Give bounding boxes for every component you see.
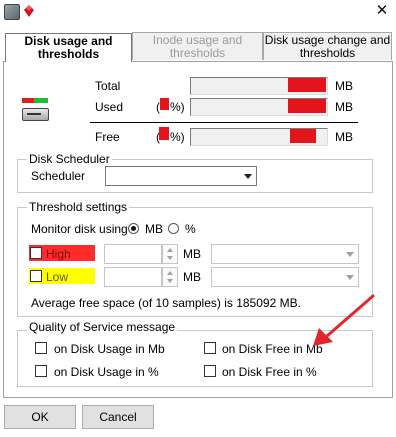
spin-down-icon (167, 279, 173, 283)
radio-percent[interactable] (168, 223, 179, 234)
cancel-button[interactable]: Cancel (82, 405, 154, 429)
spin-up-icon (167, 271, 173, 275)
high-spin-buttons[interactable] (162, 244, 178, 264)
tab-label-line2: thresholds (37, 47, 100, 61)
separator-line (90, 122, 358, 123)
radio-mb[interactable] (128, 223, 139, 234)
tab-label-line2: thresholds (169, 46, 226, 60)
free-percent-close: %) (170, 130, 185, 144)
chevron-down-icon (244, 174, 252, 179)
low-value-input[interactable] (104, 267, 162, 287)
low-label: Low (46, 270, 69, 284)
disk-scheduler-title: Disk Scheduler (27, 152, 112, 166)
high-unit: MB (183, 247, 201, 261)
ok-button-label: OK (31, 410, 49, 424)
qos-title: Quality of Service message (27, 320, 178, 334)
tab-disk-usage[interactable]: Disk usage and thresholds (5, 33, 132, 62)
scheduler-label: Scheduler (31, 169, 86, 183)
cancel-button-label: Cancel (99, 410, 137, 424)
monitor-disk-label: Monitor disk using (31, 222, 128, 236)
free-unit: MB (335, 130, 353, 144)
tab-inode-usage[interactable]: Inode usage and thresholds (132, 32, 263, 60)
total-label: Total (95, 79, 121, 93)
close-icon[interactable]: ✕ (373, 2, 391, 20)
tab-disk-usage-change[interactable]: Disk usage change and thresholds (263, 32, 392, 60)
hard-disk-icon (22, 108, 49, 121)
qos-disk-free-percent-checkbox[interactable] (204, 365, 216, 377)
chevron-down-icon (346, 252, 354, 257)
qos-disk-free-mb-checkbox[interactable] (204, 342, 216, 354)
qos-disk-usage-percent-label: on Disk Usage in % (54, 365, 159, 379)
free-label: Free (95, 130, 120, 144)
ok-button[interactable]: OK (4, 405, 76, 429)
average-free-space-text: Average free space (of 10 samples) is 18… (31, 296, 301, 310)
tab-label-line1: Inode usage and (152, 33, 243, 47)
tab-label-line1: Disk usage change and (264, 33, 391, 47)
high-label: High (46, 247, 71, 261)
low-action-select[interactable] (211, 267, 359, 287)
radio-mb-label: MB (145, 222, 163, 236)
red-diamond-icon (24, 5, 34, 17)
low-checkbox[interactable] (30, 270, 42, 282)
redaction-mark (160, 98, 169, 110)
disk-usage-bar-icon (22, 98, 34, 103)
spin-down-icon (167, 256, 173, 260)
tab-label-line1: Disk usage and (24, 34, 113, 48)
low-spin-buttons[interactable] (162, 267, 178, 287)
redaction-mark (290, 129, 316, 143)
spin-up-icon (167, 248, 173, 252)
threshold-settings-title: Threshold settings (27, 200, 130, 214)
low-unit: MB (183, 270, 201, 284)
high-action-select[interactable] (211, 244, 359, 264)
redaction-mark (159, 127, 169, 140)
scheduler-select[interactable] (105, 166, 257, 186)
qos-disk-usage-mb-checkbox[interactable] (35, 342, 47, 354)
high-checkbox[interactable] (30, 247, 42, 259)
title-bar: ✕ (0, 0, 396, 24)
annotation-arrow-icon (313, 294, 375, 346)
used-unit: MB (335, 100, 353, 114)
total-unit: MB (335, 79, 353, 93)
radio-percent-label: % (185, 222, 196, 236)
high-value-input[interactable] (104, 244, 162, 264)
used-percent-close: %) (170, 100, 185, 114)
redaction-mark (288, 99, 326, 113)
chevron-down-icon (346, 275, 354, 280)
disk-app-icon (4, 4, 20, 20)
qos-disk-free-percent-label: on Disk Free in % (222, 365, 317, 379)
qos-disk-usage-mb-label: on Disk Usage in Mb (54, 342, 165, 356)
qos-disk-usage-percent-checkbox[interactable] (35, 365, 47, 377)
redaction-mark (288, 78, 326, 92)
disk-free-bar-icon (34, 98, 48, 103)
tab-label-line2: thresholds (299, 46, 356, 60)
used-label: Used (95, 100, 124, 114)
